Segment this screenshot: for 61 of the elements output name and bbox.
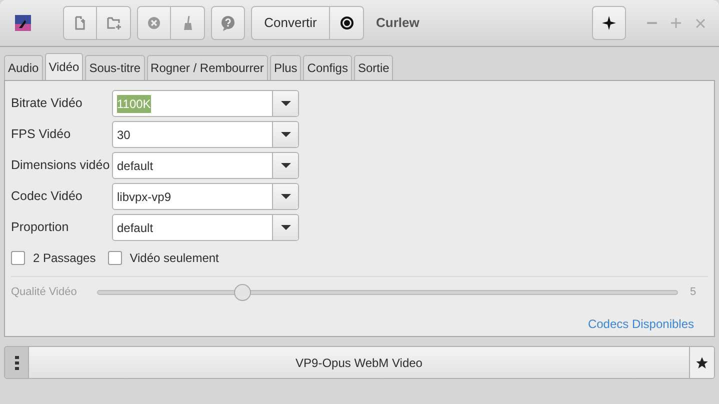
convert-button[interactable]: Convertir: [251, 6, 330, 40]
record-icon: [338, 15, 354, 31]
checkbox[interactable]: [11, 251, 25, 265]
clear-button[interactable]: [171, 6, 205, 40]
combo-box[interactable]: 30: [112, 121, 299, 148]
dropdown-button[interactable]: [272, 215, 298, 240]
star-icon: [695, 356, 709, 370]
quality-slider[interactable]: [97, 283, 678, 301]
dropdown-button[interactable]: [272, 153, 298, 178]
dropdown-button[interactable]: [272, 122, 298, 147]
window-title: Curlew: [376, 14, 420, 32]
field-label: Bitrate Vidéo: [11, 95, 82, 112]
combo-value: default: [117, 158, 154, 174]
slider-value: 5: [690, 284, 698, 300]
sparkle-button[interactable]: [592, 6, 626, 40]
menu-icon: [14, 356, 18, 370]
caret-icon: [280, 101, 290, 106]
combo-value: 1100K: [117, 94, 151, 112]
record-button[interactable]: [330, 6, 364, 40]
close-icon: [696, 18, 704, 28]
tab[interactable]: Plus: [270, 55, 302, 80]
favorite-button[interactable]: [689, 347, 714, 378]
tab[interactable]: Vidéo: [44, 53, 84, 80]
format-button[interactable]: VP9-Opus WebM Video: [29, 347, 689, 378]
plus-icon: [671, 18, 681, 28]
tab[interactable]: Audio: [4, 55, 43, 80]
caret-icon: [280, 163, 290, 168]
combo-box[interactable]: libvpx-vp9: [112, 183, 299, 210]
field-label: Proportion: [11, 219, 69, 236]
combo-value: default: [117, 220, 154, 236]
combo-box[interactable]: default: [112, 214, 299, 241]
tab[interactable]: Configs: [303, 55, 352, 80]
caret-icon: [280, 225, 290, 230]
remove-button[interactable]: [137, 6, 171, 40]
tab[interactable]: Sous-titre: [85, 55, 145, 80]
field-label: FPS Vidéo: [11, 126, 71, 144]
minimize-icon: [647, 22, 657, 24]
combo-value: libvpx-vp9: [117, 188, 172, 206]
dropdown-button[interactable]: [272, 91, 298, 116]
field-label: Codec Vidéo: [11, 188, 82, 206]
caret-icon: [280, 132, 290, 137]
add-folder-icon: [106, 15, 122, 31]
checkbox[interactable]: [108, 251, 122, 265]
add-folder-button[interactable]: [97, 6, 131, 40]
menu-button[interactable]: [5, 347, 29, 378]
help-icon: [220, 15, 236, 31]
tab[interactable]: Rogner / Rembourrer: [146, 55, 268, 80]
dropdown-button[interactable]: [272, 184, 298, 209]
combo-value: 30: [117, 126, 130, 144]
combo-box[interactable]: default: [112, 152, 299, 179]
field-label: Dimensions vidéo: [11, 157, 110, 174]
add-file-button[interactable]: [63, 6, 97, 40]
caret-icon: [280, 194, 290, 199]
tab[interactable]: Sortie: [354, 55, 394, 80]
slider-label: Qualité Vidéo: [11, 284, 78, 300]
app-logo-icon: [15, 15, 31, 31]
sparkle-icon: [601, 15, 617, 31]
checkbox-label: Vidéo seulement: [130, 250, 219, 267]
close-circle-icon: [146, 15, 162, 31]
checkbox-label: 2 Passages: [33, 250, 96, 267]
help-button[interactable]: [211, 6, 245, 40]
